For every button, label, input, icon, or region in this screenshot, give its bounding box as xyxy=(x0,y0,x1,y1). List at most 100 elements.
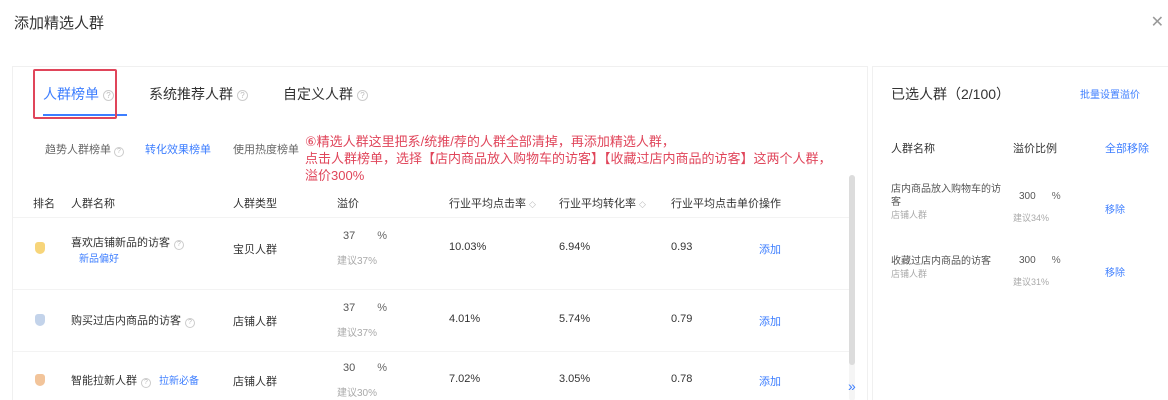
gold-medal-icon xyxy=(35,242,45,254)
tab-custom-crowd[interactable]: 自定义人群? xyxy=(283,84,368,104)
col-cvr-label: 行业平均转化率 xyxy=(559,198,636,210)
premium-input[interactable]: 37% xyxy=(343,302,387,314)
premium-suggestion: 建议37% xyxy=(337,256,378,267)
cpc-value: 0.78 xyxy=(671,373,693,385)
crowd-name-cell: 购买过店内商品的访客? xyxy=(71,312,195,328)
premium-suggestion: 建议37% xyxy=(337,328,378,339)
table-row: 购买过店内商品的访客? 店铺人群 37% 建议37% 4.01% 5.74% 0… xyxy=(13,289,855,347)
tab-system-recommended[interactable]: 系统推荐人群? xyxy=(149,84,248,104)
table-header: 排名 人群名称 人群类型 溢价 行业平均点击率 ◇ 行业平均转化率 ◇ 行业平均点击… xyxy=(13,191,855,213)
col-ctr[interactable]: 行业平均点击率 ◇ xyxy=(449,195,536,211)
annotation-line: 溢价300% xyxy=(305,168,365,183)
subtab-label: 使用热度榜单 xyxy=(233,144,299,156)
help-icon: ? xyxy=(174,240,184,250)
tab-label: 系统推荐人群 xyxy=(149,86,233,102)
crowd-tag: 新品偏好 xyxy=(79,254,119,265)
close-icon[interactable]: ✕ xyxy=(1151,12,1164,32)
col-type: 人群类型 xyxy=(233,198,277,210)
table-row: 智能拉新人群? 拉新必备 店铺人群 30% 建议30% 7.02% 3.05% 0… xyxy=(13,351,855,400)
selected-col-ratio: 溢价比例 xyxy=(1013,143,1057,155)
cpc-value: 0.93 xyxy=(671,241,693,253)
ctr-value: 10.03% xyxy=(449,241,487,253)
crowd-type: 店铺人群 xyxy=(233,376,277,388)
ctr-value: 4.01% xyxy=(449,313,481,325)
crowd-name-cell: 喜欢店铺新品的访客? xyxy=(71,234,184,250)
subtab-label: 趋势人群榜单 xyxy=(45,144,111,156)
col-action: 操作 xyxy=(759,198,781,210)
selected-item-name-block: 店内商品放入购物车的访客 店铺人群 xyxy=(891,183,1003,222)
help-icon: ? xyxy=(237,90,248,101)
percent-sign: % xyxy=(377,230,388,242)
col-name: 人群名称 xyxy=(71,198,115,210)
help-icon: ? xyxy=(185,318,195,328)
help-icon: ? xyxy=(141,378,151,388)
table-scrollbar[interactable] xyxy=(849,175,855,400)
selected-premium-value: 300 xyxy=(1019,255,1036,266)
selected-item-type: 店铺人群 xyxy=(891,269,928,279)
crowd-tag: 拉新必备 xyxy=(159,376,199,387)
add-button[interactable]: 添加 xyxy=(759,313,781,329)
highlight-box xyxy=(33,69,117,119)
selected-premium-input[interactable]: 300% xyxy=(1019,191,1061,202)
table-row: 喜欢店铺新品的访客? 新品偏好 宝贝人群 37% 建议37% 10.03% 6.… xyxy=(13,217,855,275)
bronze-medal-icon xyxy=(35,374,45,386)
premium-value: 37 xyxy=(343,302,356,314)
scroll-thumb[interactable] xyxy=(849,175,855,365)
premium-suggestion: 建议30% xyxy=(337,388,378,399)
selected-premium-suggestion: 建议31% xyxy=(1013,277,1050,287)
crowd-name: 智能拉新人群 xyxy=(71,375,137,387)
sort-icon[interactable]: ◇ xyxy=(529,199,536,210)
help-icon: ? xyxy=(114,147,124,157)
col-cpc: 行业平均点击单价 xyxy=(671,198,759,210)
premium-input[interactable]: 37% xyxy=(343,230,387,242)
premium-value: 30 xyxy=(343,362,356,374)
cvr-value: 6.94% xyxy=(559,241,591,253)
premium-input[interactable]: 30% xyxy=(343,362,387,374)
selected-premium-input[interactable]: 300% xyxy=(1019,255,1061,266)
cpc-value: 0.79 xyxy=(671,313,693,325)
selected-premium-suggestion: 建议34% xyxy=(1013,213,1050,223)
subtab-popularity[interactable]: 使用热度榜单 xyxy=(233,141,299,157)
tab-bar: 人群榜单? 系统推荐人群? 自定义人群? xyxy=(13,67,869,119)
help-icon: ? xyxy=(357,90,368,101)
subtab-trend[interactable]: 趋势人群榜单? xyxy=(45,141,124,157)
percent-sign: % xyxy=(377,302,388,314)
cvr-value: 3.05% xyxy=(559,373,591,385)
selected-premium-value: 300 xyxy=(1019,191,1036,202)
selected-item-name: 店内商品放入购物车的访客 xyxy=(891,184,1001,208)
cvr-value: 5.74% xyxy=(559,313,591,325)
subtab-conversion[interactable]: 转化效果榜单 xyxy=(145,141,211,157)
add-button[interactable]: 添加 xyxy=(759,241,781,257)
percent-sign: % xyxy=(1051,191,1061,202)
crowd-type: 宝贝人群 xyxy=(233,244,277,256)
batch-set-premium-link[interactable]: 批量设置溢价 xyxy=(1080,86,1140,101)
selected-title: 已选人群（2/100） xyxy=(891,86,1011,102)
col-cvr[interactable]: 行业平均转化率 ◇ xyxy=(559,195,646,211)
selected-col-name: 人群名称 xyxy=(891,143,935,155)
double-chevron-right-icon[interactable]: » xyxy=(848,378,856,394)
remove-button[interactable]: 移除 xyxy=(1105,201,1125,216)
percent-sign: % xyxy=(377,362,388,374)
selected-item-name: 收藏过店内商品的访客 xyxy=(891,256,991,267)
remove-all-button[interactable]: 全部移除 xyxy=(1105,140,1149,156)
selected-item-type: 店铺人群 xyxy=(891,210,928,220)
selected-crowd-panel: 已选人群（2/100） 批量设置溢价 人群名称 溢价比例 全部移除 店内商品放入… xyxy=(872,66,1168,400)
col-ctr-label: 行业平均点击率 xyxy=(449,198,526,210)
crowd-type: 店铺人群 xyxy=(233,316,277,328)
annotation-line: ⑥精选人群这里把系/统推/荐的人群全部清掉，再添加精选人群， xyxy=(305,134,675,149)
add-button[interactable]: 添加 xyxy=(759,373,781,389)
instruction-annotation: ⑥精选人群这里把系/统推/荐的人群全部清掉，再添加精选人群， 点击人群榜单，选择… xyxy=(305,133,865,184)
ctr-value: 7.02% xyxy=(449,373,481,385)
subtab-label: 转化效果榜单 xyxy=(145,144,211,156)
percent-sign: % xyxy=(1051,255,1061,266)
sort-icon[interactable]: ◇ xyxy=(639,199,646,210)
annotation-line: 点击人群榜单，选择【店内商品放入购物车的访客】【收藏过店内商品的访客】这两个人群… xyxy=(305,151,832,166)
silver-medal-icon xyxy=(35,314,45,326)
remove-button[interactable]: 移除 xyxy=(1105,264,1125,279)
selected-item-name-block: 收藏过店内商品的访客 店铺人群 xyxy=(891,255,1003,281)
col-premium: 溢价 xyxy=(337,198,359,210)
crowd-list-panel: 人群榜单? 系统推荐人群? 自定义人群? 趋势人群榜单? 转化效果榜单 使用热度… xyxy=(12,66,868,400)
col-rank: 排名 xyxy=(33,198,55,210)
crowd-name: 喜欢店铺新品的访客 xyxy=(71,237,170,249)
crowd-name: 购买过店内商品的访客 xyxy=(71,315,181,327)
